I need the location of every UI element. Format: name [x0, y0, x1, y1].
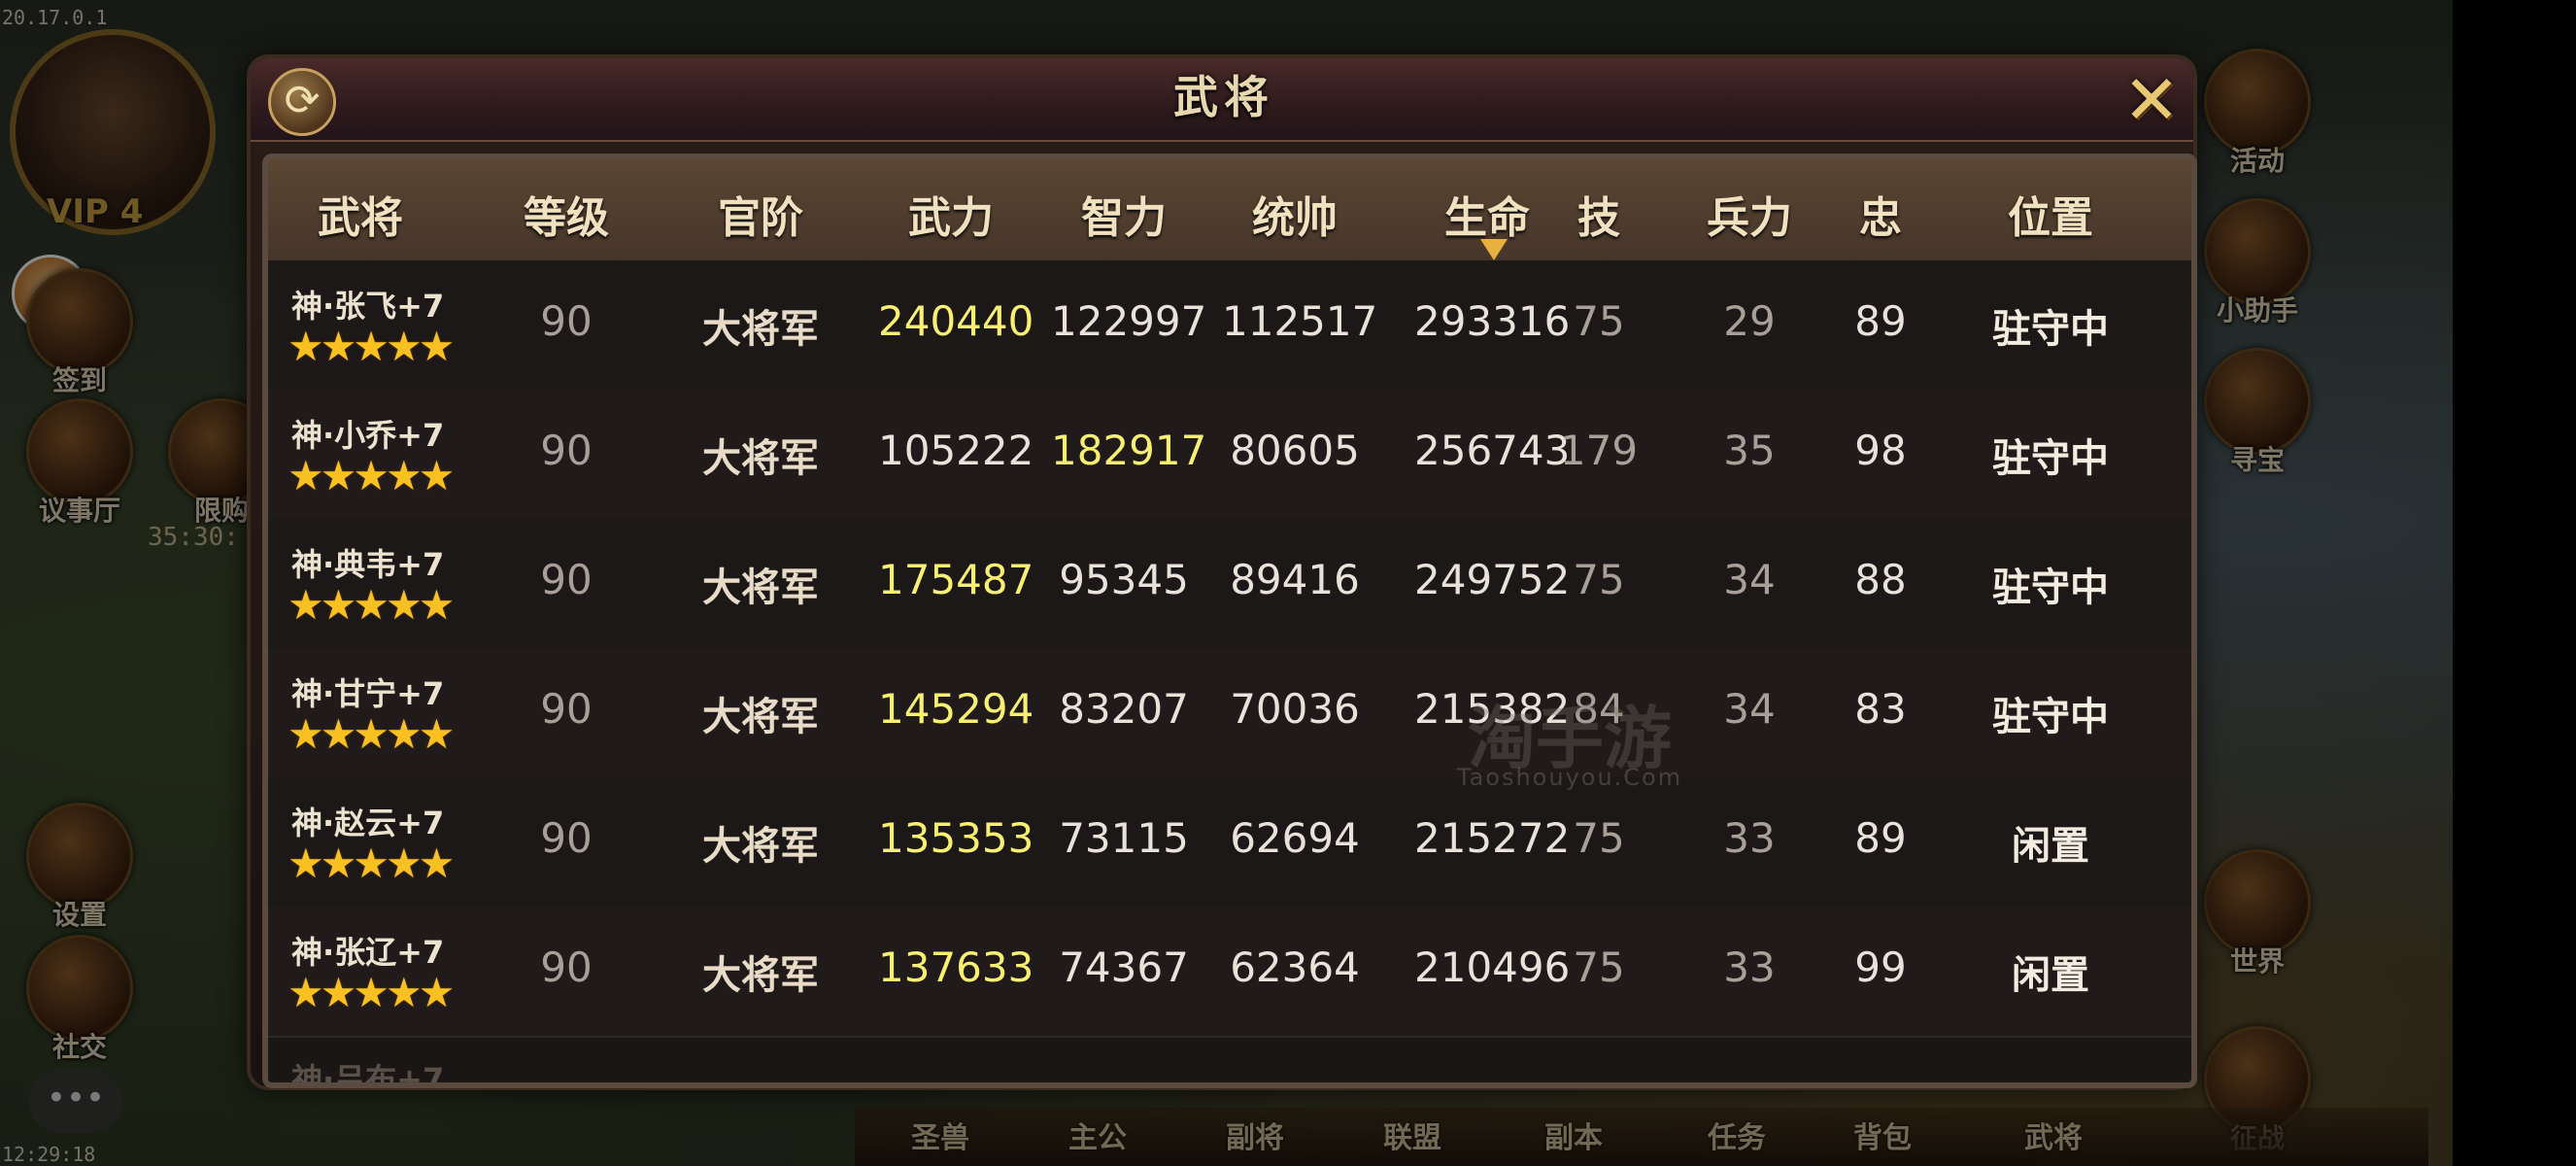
cell-level: 90	[540, 427, 593, 474]
cell-position: 闲置	[2012, 824, 2089, 869]
cell-loyalty: 88	[1854, 556, 1907, 603]
watermark-text: Taoshouyou.Com	[1456, 764, 1683, 791]
cell-force: 135353	[878, 814, 1034, 862]
close-icon: ✕	[2122, 60, 2181, 140]
cell-loyalty: 99	[1854, 943, 1907, 991]
close-button[interactable]: ✕	[2119, 66, 2184, 134]
table-row-partial: 神·吕布+7	[291, 1061, 445, 1088]
refresh-icon: ⟳	[284, 76, 321, 125]
table-row[interactable]: 神·典韦+7 ★★★★★ 90 大将军 175487 95345 89416 249752 75…	[268, 519, 2191, 650]
cell-intel: 182917	[1051, 427, 1207, 474]
star-rating-icon: ★★★★★	[288, 840, 455, 887]
cell-loyalty: 98	[1854, 427, 1907, 474]
column-header-loyalty[interactable]: 忠	[1832, 183, 1929, 245]
general-name: 神·张辽+7	[291, 934, 445, 971]
cell-rank: 大将军	[702, 824, 819, 869]
cell-level: 90	[540, 297, 593, 345]
cell-hp: 210496	[1414, 943, 1571, 991]
cell-loyalty: 89	[1854, 814, 1907, 862]
column-header-rank[interactable]: 官阶	[688, 183, 833, 245]
sort-descending-icon	[1480, 239, 1508, 260]
cell-rank: 大将军	[702, 953, 819, 998]
cell-force: 105222	[878, 427, 1034, 474]
cell-command: 89416	[1230, 556, 1360, 603]
cell-intel: 122997	[1051, 297, 1207, 345]
column-header-troops[interactable]: 兵力	[1686, 183, 1813, 245]
cell-loyalty: 83	[1854, 685, 1907, 733]
generals-table[interactable]: 武将 等级 官阶 武力 智力 统帅 生命 技 兵力 忠 位置 神·张飞+7 ★★★…	[262, 154, 2197, 1088]
cell-hp: 293316	[1414, 297, 1571, 345]
column-header-general[interactable]: 武将	[288, 183, 433, 245]
cell-force: 240440	[878, 297, 1034, 345]
cell-intel: 95345	[1059, 556, 1189, 603]
cell-position: 驻守中	[1992, 566, 2109, 610]
general-name: 神·甘宁+7	[291, 675, 445, 712]
cell-position: 驻守中	[1992, 695, 2109, 739]
refresh-button[interactable]: ⟳	[268, 68, 336, 136]
general-name: 神·张飞+7	[291, 288, 445, 325]
cell-hp: 249752	[1414, 556, 1571, 603]
cell-level: 90	[540, 814, 593, 862]
cell-intel: 83207	[1059, 685, 1189, 733]
cell-troops: 34	[1723, 556, 1776, 603]
table-header: 武将 等级 官阶 武力 智力 统帅 生命 技 兵力 忠 位置	[268, 159, 2191, 260]
cell-skill: 75	[1573, 943, 1625, 991]
panel-title: 武将	[1173, 71, 1274, 123]
table-row[interactable]: 神·甘宁+7 ★★★★★ 90 大将军 145294 83207 70036 215382 84…	[268, 648, 2191, 779]
column-header-force[interactable]: 武力	[878, 183, 1024, 245]
cell-force: 145294	[878, 685, 1034, 733]
general-name: 神·小乔+7	[291, 417, 445, 454]
cell-troops: 33	[1723, 943, 1776, 991]
star-rating-icon: ★★★★★	[288, 581, 455, 629]
column-header-command[interactable]: 统帅	[1222, 183, 1368, 245]
column-header-level[interactable]: 等级	[493, 183, 639, 245]
cell-position: 驻守中	[1992, 307, 2109, 352]
general-name: 神·典韦+7	[291, 546, 445, 583]
cell-troops: 33	[1723, 814, 1776, 862]
general-name: 神·赵云+7	[291, 805, 445, 841]
cell-command: 62364	[1230, 943, 1360, 991]
table-row[interactable]: 神·小乔+7 ★★★★★ 90 大将军 105222 182917 80605 256743 1…	[268, 390, 2191, 521]
cell-command: 70036	[1230, 685, 1360, 733]
column-header-position[interactable]: 位置	[1978, 183, 2123, 245]
cell-command: 80605	[1230, 427, 1360, 474]
cell-hp: 215272	[1414, 814, 1571, 862]
cell-force: 137633	[878, 943, 1034, 991]
cell-rank: 大将军	[702, 695, 819, 739]
cell-level: 90	[540, 556, 593, 603]
cell-level: 90	[540, 685, 593, 733]
column-header-hp[interactable]: 生命	[1414, 183, 1560, 245]
table-row[interactable]: 神·张辽+7 ★★★★★ 90 大将军 137633 74367 62364 210496 75…	[268, 907, 2191, 1038]
star-rating-icon: ★★★★★	[288, 452, 455, 499]
cell-skill: 75	[1573, 297, 1625, 345]
cell-intel: 74367	[1059, 943, 1189, 991]
cell-rank: 大将军	[702, 436, 819, 481]
cell-command: 62694	[1230, 814, 1360, 862]
cell-force: 175487	[878, 556, 1034, 603]
cell-position: 闲置	[2012, 953, 2089, 998]
cell-troops: 35	[1723, 427, 1776, 474]
cell-skill: 75	[1573, 556, 1625, 603]
cell-rank: 大将军	[702, 307, 819, 352]
table-row[interactable]: 神·张飞+7 ★★★★★ 90 大将军 240440 122997 112517 293316…	[268, 260, 2191, 392]
cell-troops: 29	[1723, 297, 1776, 345]
cell-level: 90	[540, 943, 593, 991]
cell-command: 112517	[1222, 297, 1378, 345]
cell-intel: 73115	[1059, 814, 1189, 862]
cell-position: 驻守中	[1992, 436, 2109, 481]
cell-skill: 75	[1573, 814, 1625, 862]
column-header-skill[interactable]: 技	[1550, 183, 1647, 245]
star-rating-icon: ★★★★★	[288, 969, 455, 1016]
cell-skill: 179	[1559, 427, 1639, 474]
cell-loyalty: 89	[1854, 297, 1907, 345]
cell-hp: 256743	[1414, 427, 1571, 474]
table-row[interactable]: 神·赵云+7 ★★★★★ 90 大将军 135353 73115 62694 215272 75…	[268, 777, 2191, 909]
column-header-intel[interactable]: 智力	[1051, 183, 1197, 245]
cell-rank: 大将军	[702, 566, 819, 610]
screen-letterbox	[2453, 0, 2576, 1166]
star-rating-icon: ★★★★★	[288, 323, 455, 370]
star-rating-icon: ★★★★★	[288, 710, 455, 758]
